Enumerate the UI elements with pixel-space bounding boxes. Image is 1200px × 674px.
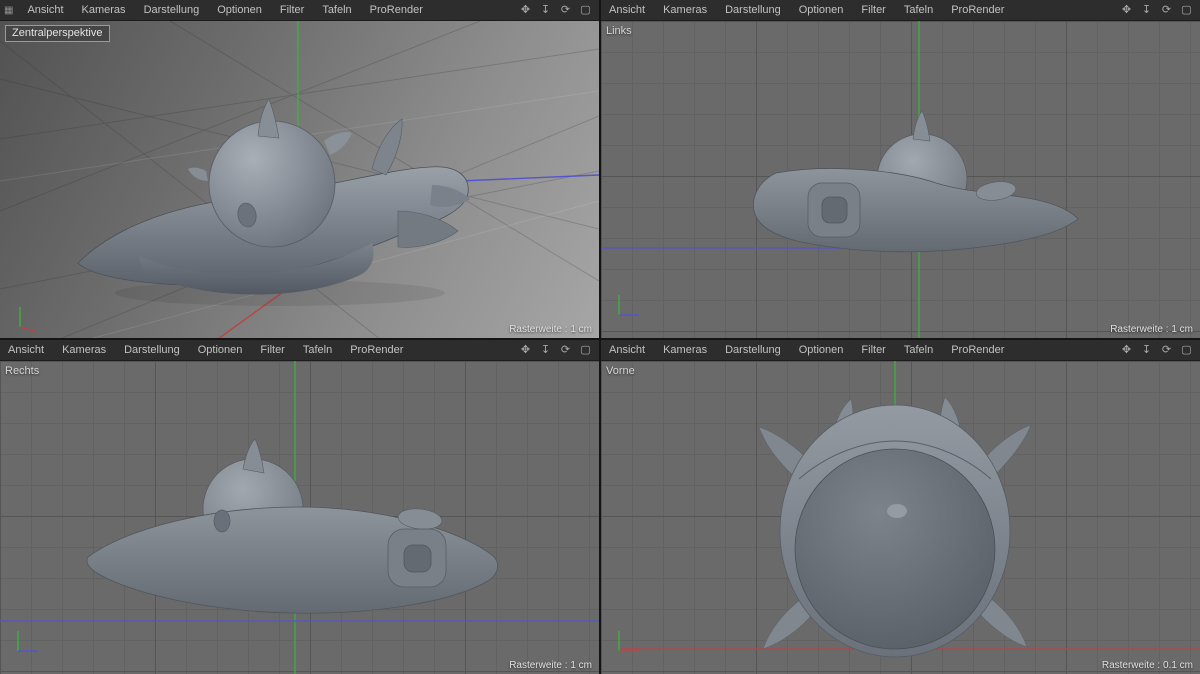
axis-gizmo (19, 307, 39, 333)
pan-view-icon[interactable]: ✥ (1120, 4, 1133, 16)
grid-size-label: Rasterweite : 1 cm (1110, 324, 1193, 335)
front-scene (618, 361, 1200, 658)
viewport-label: Vorne (606, 365, 635, 377)
viewport-nav-icons: ✥ ↧ ⟳ ▢ (1120, 344, 1200, 356)
menu-item-filter[interactable]: Filter (852, 344, 894, 356)
menu-item-prorender[interactable]: ProRender (942, 4, 1013, 16)
menu-item-filter[interactable]: Filter (271, 4, 313, 16)
viewport-nav-icons: ✥ ↧ ⟳ ▢ (519, 344, 599, 356)
menu-item-filter[interactable]: Filter (251, 344, 293, 356)
dolly-view-icon[interactable]: ↧ (539, 344, 552, 356)
axis-gizmo (618, 295, 639, 316)
viewport-label: Links (606, 25, 632, 37)
left-scene (601, 21, 1079, 338)
left-canvas[interactable]: Links Rasterweite: 1 cm (601, 21, 1200, 338)
model-left (752, 110, 1079, 253)
menu-item-tafeln[interactable]: Tafeln (294, 344, 341, 356)
toggle-view-icon[interactable]: ▢ (1180, 4, 1193, 16)
menu-item-optionen[interactable]: Optionen (189, 344, 252, 356)
menu-item-tafeln[interactable]: Tafeln (895, 4, 942, 16)
model-right (86, 438, 498, 614)
menu-item-optionen[interactable]: Optionen (208, 4, 271, 16)
grid-size-label: Rasterweite : 0.1 cm (1101, 660, 1193, 671)
viewport-nav-icons: ✥ ↧ ⟳ ▢ (1120, 4, 1200, 16)
viewport-handle-icon[interactable]: ▦ (0, 5, 18, 16)
grid-size-label: Rasterweite : 1 cm (509, 324, 592, 335)
viewport-grid: ▦ Ansicht Kameras Darstellung Optionen F… (0, 0, 1200, 674)
viewport-menu-bar: Ansicht Kameras Darstellung Optionen Fil… (601, 0, 1200, 21)
menu-item-tafeln[interactable]: Tafeln (313, 4, 360, 16)
model-front (758, 396, 1032, 658)
menu-item-darstellung[interactable]: Darstellung (716, 344, 790, 356)
menu-item-ansicht[interactable]: Ansicht (601, 4, 654, 16)
menu-item-kameras[interactable]: Kameras (53, 344, 115, 356)
viewport-right: Ansicht Kameras Darstellung Optionen Fil… (0, 340, 599, 674)
menu-item-darstellung[interactable]: Darstellung (135, 4, 209, 16)
viewport-label: Rechts (5, 365, 40, 377)
pan-view-icon[interactable]: ✥ (519, 4, 532, 16)
menu-item-ansicht[interactable]: Ansicht (0, 344, 53, 356)
axis-gizmo (17, 631, 38, 652)
menu-item-darstellung[interactable]: Darstellung (716, 4, 790, 16)
dolly-view-icon[interactable]: ↧ (1140, 344, 1153, 356)
front-canvas[interactable]: Vorne Rasterweite: 0.1 cm (601, 361, 1200, 674)
perspective-canvas[interactable]: Zentralperspektive Rasterweite: 1 cm (0, 21, 599, 338)
toggle-view-icon[interactable]: ▢ (1180, 344, 1193, 356)
viewport-label: Zentralperspektive (5, 25, 110, 42)
dolly-view-icon[interactable]: ↧ (1140, 4, 1153, 16)
viewport-menu-bar: Ansicht Kameras Darstellung Optionen Fil… (0, 340, 599, 361)
rotate-view-icon[interactable]: ⟳ (559, 4, 572, 16)
toggle-view-icon[interactable]: ▢ (579, 344, 592, 356)
rotate-view-icon[interactable]: ⟳ (1160, 4, 1173, 16)
menu-item-optionen[interactable]: Optionen (790, 344, 853, 356)
menu-item-prorender[interactable]: ProRender (942, 344, 1013, 356)
menu-item-tafeln[interactable]: Tafeln (895, 344, 942, 356)
axis-gizmo (618, 631, 639, 652)
dolly-view-icon[interactable]: ↧ (539, 4, 552, 16)
pan-view-icon[interactable]: ✥ (519, 344, 532, 356)
right-scene (0, 361, 599, 674)
menu-item-prorender[interactable]: ProRender (341, 344, 412, 356)
menu-item-darstellung[interactable]: Darstellung (115, 344, 189, 356)
perspective-scene (0, 21, 599, 338)
toggle-view-icon[interactable]: ▢ (579, 4, 592, 16)
rotate-view-icon[interactable]: ⟳ (559, 344, 572, 356)
grid-size-label: Rasterweite : 1 cm (509, 660, 592, 671)
pan-view-icon[interactable]: ✥ (1120, 344, 1133, 356)
menu-item-filter[interactable]: Filter (852, 4, 894, 16)
viewport-left: Ansicht Kameras Darstellung Optionen Fil… (601, 0, 1200, 338)
menu-item-ansicht[interactable]: Ansicht (18, 4, 72, 16)
rotate-view-icon[interactable]: ⟳ (1160, 344, 1173, 356)
viewport-menu-bar: ▦ Ansicht Kameras Darstellung Optionen F… (0, 0, 599, 21)
viewport-nav-icons: ✥ ↧ ⟳ ▢ (519, 4, 599, 16)
menu-item-ansicht[interactable]: Ansicht (601, 344, 654, 356)
viewport-perspective: ▦ Ansicht Kameras Darstellung Optionen F… (0, 0, 599, 338)
menu-item-kameras[interactable]: Kameras (654, 344, 716, 356)
menu-item-kameras[interactable]: Kameras (654, 4, 716, 16)
model-perspective (77, 98, 470, 306)
viewport-menu-bar: Ansicht Kameras Darstellung Optionen Fil… (601, 340, 1200, 361)
menu-item-optionen[interactable]: Optionen (790, 4, 853, 16)
menu-item-kameras[interactable]: Kameras (73, 4, 135, 16)
right-canvas[interactable]: Rechts Rasterweite: 1 cm (0, 361, 599, 674)
menu-item-prorender[interactable]: ProRender (361, 4, 432, 16)
viewport-front: Ansicht Kameras Darstellung Optionen Fil… (601, 340, 1200, 674)
